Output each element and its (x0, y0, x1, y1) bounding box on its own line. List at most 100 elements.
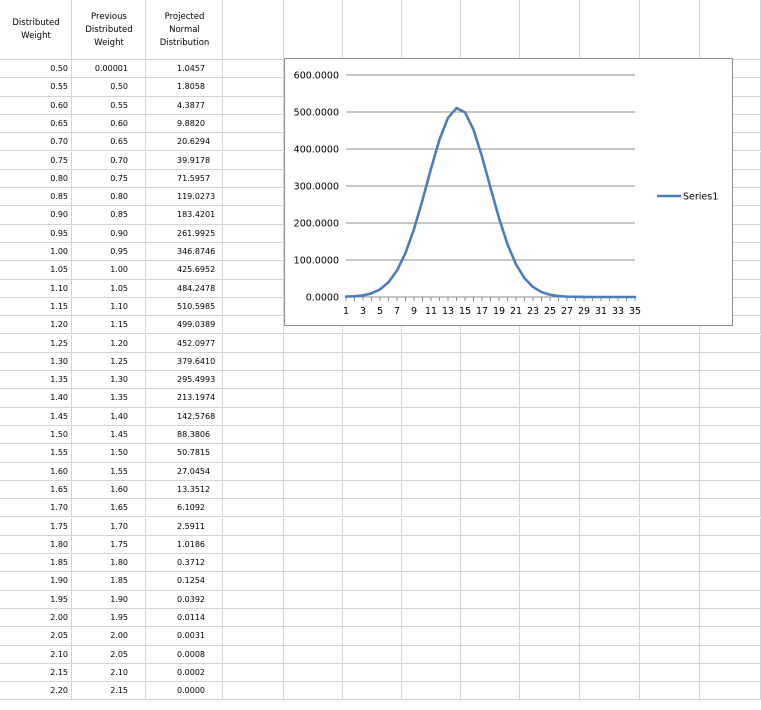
grid-cell[interactable] (700, 682, 761, 701)
grid-cell[interactable] (284, 371, 343, 390)
grid-cell[interactable] (223, 334, 284, 353)
grid-cell[interactable] (461, 627, 520, 646)
grid-cell[interactable] (223, 133, 284, 152)
grid-cell[interactable] (640, 535, 700, 555)
grid-cell[interactable] (461, 444, 520, 463)
grid-cell[interactable] (520, 645, 580, 664)
grid-cell[interactable] (461, 462, 520, 481)
grid-cell[interactable] (640, 645, 700, 664)
grid-cell[interactable] (223, 243, 284, 262)
grid-cell[interactable] (580, 334, 640, 353)
grid-cell[interactable] (461, 334, 520, 353)
grid-cell[interactable] (580, 645, 640, 664)
grid-cell[interactable] (223, 554, 284, 573)
grid-cell[interactable] (700, 499, 761, 518)
grid-cell[interactable] (520, 444, 580, 463)
grid-cell[interactable] (640, 590, 700, 609)
grid-cell[interactable] (284, 444, 343, 463)
grid-cell[interactable] (223, 261, 284, 280)
grid-cell[interactable] (402, 462, 461, 481)
grid-cell[interactable] (461, 645, 520, 664)
grid-cell[interactable] (520, 480, 580, 500)
grid-cell[interactable] (580, 627, 640, 646)
grid-cell[interactable] (284, 609, 343, 628)
grid-cell[interactable] (223, 114, 284, 134)
grid-cell[interactable] (580, 517, 640, 536)
header-cell[interactable] (343, 0, 402, 60)
header-cell[interactable] (461, 0, 520, 60)
grid-cell[interactable] (461, 371, 520, 390)
grid-cell[interactable] (402, 535, 461, 555)
grid-cell[interactable] (520, 352, 580, 372)
grid-cell[interactable] (223, 426, 284, 445)
grid-cell[interactable] (284, 627, 343, 646)
grid-cell[interactable] (223, 645, 284, 664)
grid-cell[interactable] (640, 554, 700, 573)
header-cell[interactable] (700, 0, 761, 60)
grid-cell[interactable] (700, 609, 761, 628)
grid-cell[interactable] (284, 462, 343, 481)
grid-cell[interactable] (402, 590, 461, 609)
grid-cell[interactable] (402, 663, 461, 683)
grid-cell[interactable] (223, 517, 284, 536)
grid-cell[interactable] (520, 389, 580, 408)
grid-cell[interactable] (700, 663, 761, 683)
grid-cell[interactable] (700, 480, 761, 500)
grid-cell[interactable] (284, 499, 343, 518)
grid-cell[interactable] (461, 682, 520, 701)
grid-cell[interactable] (343, 426, 402, 445)
grid-cell[interactable] (700, 407, 761, 426)
grid-cell[interactable] (700, 554, 761, 573)
grid-cell[interactable] (580, 590, 640, 609)
grid-cell[interactable] (343, 572, 402, 591)
grid-cell[interactable] (640, 572, 700, 591)
grid-cell[interactable] (700, 572, 761, 591)
grid-cell[interactable] (343, 682, 402, 701)
grid-cell[interactable] (223, 590, 284, 609)
grid-cell[interactable] (402, 682, 461, 701)
grid-cell[interactable] (343, 645, 402, 664)
grid-cell[interactable] (580, 426, 640, 445)
grid-cell[interactable] (580, 389, 640, 408)
grid-cell[interactable] (284, 334, 343, 353)
grid-cell[interactable] (402, 426, 461, 445)
grid-cell[interactable] (700, 462, 761, 481)
grid-cell[interactable] (343, 663, 402, 683)
grid-cell[interactable] (343, 627, 402, 646)
grid-cell[interactable] (640, 371, 700, 390)
grid-cell[interactable] (223, 627, 284, 646)
line-chart[interactable]: 0.0000 100.0000 200.0000 300.0000 400.0000 50… (284, 58, 733, 326)
grid-cell[interactable] (461, 663, 520, 683)
grid-cell[interactable] (284, 389, 343, 408)
grid-cell[interactable] (223, 60, 284, 79)
grid-cell[interactable] (520, 663, 580, 683)
grid-cell[interactable] (461, 389, 520, 408)
grid-cell[interactable] (700, 426, 761, 445)
grid-cell[interactable] (223, 297, 284, 317)
grid-cell[interactable] (580, 462, 640, 481)
grid-cell[interactable] (402, 627, 461, 646)
grid-cell[interactable] (700, 334, 761, 353)
grid-cell[interactable] (402, 572, 461, 591)
grid-cell[interactable] (402, 371, 461, 390)
grid-cell[interactable] (700, 517, 761, 536)
grid-cell[interactable] (520, 499, 580, 518)
grid-cell[interactable] (580, 444, 640, 463)
grid-cell[interactable] (640, 334, 700, 353)
grid-cell[interactable] (461, 572, 520, 591)
header-cell[interactable] (640, 0, 700, 60)
header-cell[interactable] (402, 0, 461, 60)
grid-cell[interactable] (343, 389, 402, 408)
grid-cell[interactable] (223, 682, 284, 701)
grid-cell[interactable] (284, 663, 343, 683)
grid-cell[interactable] (640, 444, 700, 463)
header-cell[interactable] (580, 0, 640, 60)
grid-cell[interactable] (284, 572, 343, 591)
grid-cell[interactable] (223, 316, 284, 335)
grid-cell[interactable] (520, 517, 580, 536)
grid-cell[interactable] (640, 627, 700, 646)
grid-cell[interactable] (580, 682, 640, 701)
grid-cell[interactable] (580, 609, 640, 628)
grid-cell[interactable] (461, 554, 520, 573)
grid-cell[interactable] (402, 609, 461, 628)
